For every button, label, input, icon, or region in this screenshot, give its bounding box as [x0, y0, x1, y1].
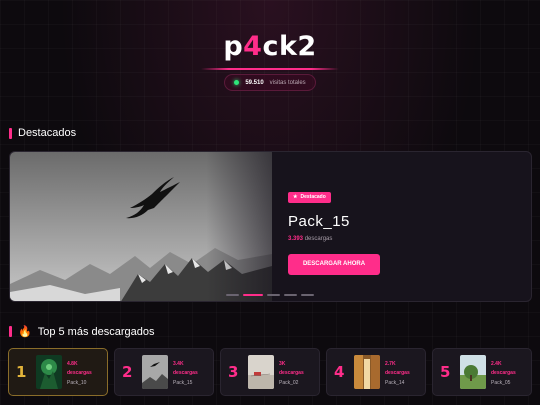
pack-thumbnail — [460, 355, 486, 389]
download-label: descargas — [491, 370, 516, 376]
top5-title-text: Top 5 más descargados — [37, 325, 155, 338]
rank-number: 1 — [16, 363, 27, 381]
downloads-count: 3.393 — [288, 236, 304, 242]
section-accent-bar — [9, 127, 12, 139]
rank-number: 3 — [228, 363, 239, 381]
top5-card[interactable]: 5 2.4K descargas Pack_05 — [432, 348, 532, 396]
logo-accent: 4 — [243, 31, 263, 62]
rank-number: 4 — [334, 363, 345, 381]
rank-number: 2 — [122, 363, 133, 381]
carousel-dot-active[interactable] — [243, 294, 263, 296]
site-logo[interactable]: p4ck2 — [223, 30, 316, 64]
carousel-dot[interactable] — [226, 294, 239, 296]
pack-thumbnail — [142, 355, 168, 389]
pack-name: Pack_14 — [385, 380, 405, 386]
visits-count: 59.510 — [245, 79, 264, 86]
logo-underline — [201, 68, 339, 70]
download-label: descargas — [173, 370, 198, 376]
download-now-button[interactable]: DESCARGAR AHORA — [288, 254, 380, 275]
downloads-label: descargas — [304, 236, 333, 242]
featured-badge: ★ Destacado — [288, 191, 331, 203]
featured-info: ★ Destacado Pack_15 3.393 descargas DESC… — [288, 185, 380, 275]
top5-list: 1 4.8K descargas Pack_10 2 3.4K descarga… — [8, 348, 532, 396]
rank-number: 5 — [440, 363, 451, 381]
download-count: 2.4K — [491, 361, 502, 367]
site-header: p4ck2 59.510 visitas totales — [0, 30, 540, 91]
featured-carousel[interactable]: ★ Destacado Pack_15 3.393 descargas DESC… — [9, 151, 532, 302]
pack-thumbnail — [36, 355, 62, 389]
featured-pack-title[interactable]: Pack_15 — [288, 213, 380, 230]
carousel-indicators — [226, 294, 314, 296]
pack-thumbnail — [354, 355, 380, 389]
pack-name: Pack_10 — [67, 380, 87, 386]
logo-prefix: p — [223, 31, 244, 62]
star-icon: ★ — [293, 194, 298, 200]
online-dot-icon — [234, 80, 240, 85]
logo-suffix: ck2 — [262, 31, 317, 62]
download-count: 4.8K — [67, 361, 78, 367]
carousel-dot[interactable] — [284, 294, 297, 296]
visits-label: visitas totales — [269, 79, 306, 86]
top5-card[interactable]: 2 3.4K descargas Pack_15 — [114, 348, 214, 396]
visits-counter: 59.510 visitas totales — [224, 74, 316, 91]
pack-name: Pack_15 — [173, 380, 193, 386]
featured-section-title: Destacados — [9, 127, 76, 139]
featured-image[interactable] — [10, 152, 272, 301]
download-count: 2.7K — [385, 361, 396, 367]
featured-title-text: Destacados — [18, 127, 77, 139]
section-accent-bar — [9, 326, 12, 337]
top5-card[interactable]: 1 4.8K descargas Pack_10 — [8, 348, 108, 396]
eagle-mountain-image — [10, 152, 272, 301]
featured-downloads: 3.393 descargas — [288, 236, 380, 242]
pack-thumbnail — [248, 355, 274, 389]
download-label: descargas — [385, 370, 410, 376]
top5-card[interactable]: 4 2.7K descargas Pack_14 — [326, 348, 426, 396]
pack-name: Pack_05 — [491, 380, 511, 386]
download-label: descargas — [67, 370, 92, 376]
download-count: 3.4K — [173, 361, 184, 367]
fire-icon: 🔥 — [18, 326, 32, 338]
download-count: 3K — [279, 361, 286, 367]
carousel-dot[interactable] — [301, 294, 314, 296]
download-label: descargas — [279, 370, 304, 376]
pack-name: Pack_02 — [279, 380, 299, 386]
carousel-dot[interactable] — [267, 294, 280, 296]
badge-label: Destacado — [300, 194, 326, 200]
top5-card[interactable]: 3 3K descargas Pack_02 — [220, 348, 320, 396]
top5-section-title: 🔥 Top 5 más descargados — [9, 325, 155, 338]
